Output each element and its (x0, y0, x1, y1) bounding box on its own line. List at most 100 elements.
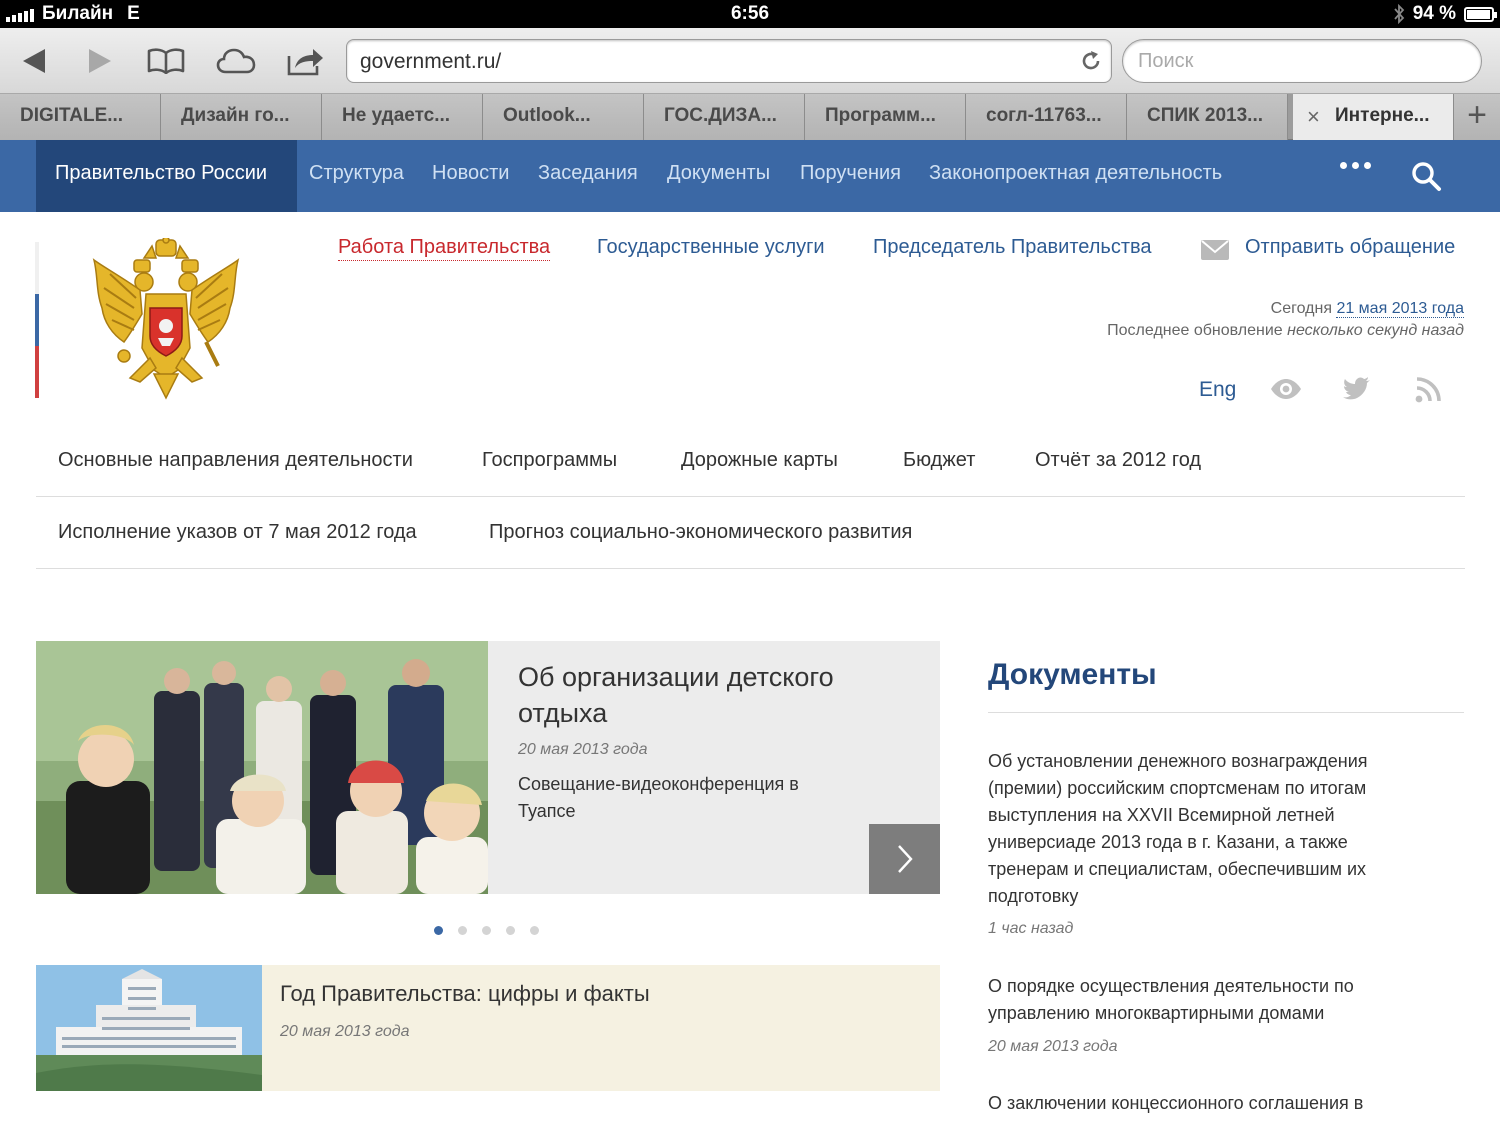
battery-icon (1464, 6, 1497, 22)
nav-link-legislation[interactable]: Законопроектная деятельность (929, 162, 1222, 185)
news-card[interactable]: Год Правительства: цифры и факты 20 мая … (36, 965, 940, 1091)
browser-toolbar: government.ru/ Поиск (0, 28, 1500, 94)
news-title[interactable]: Год Правительства: цифры и факты (280, 981, 650, 1007)
tab-bar: DIGITALE... Дизайн го... Не удаетс... Ou… (0, 94, 1500, 140)
browser-tab-active[interactable]: × Интерне... (1293, 94, 1454, 140)
cloud-icon (216, 48, 256, 74)
search-field[interactable]: Поиск (1122, 39, 1482, 83)
today-date[interactable]: 21 мая 2013 года (1336, 300, 1464, 318)
slider-dot-active[interactable] (434, 926, 443, 935)
slider-dot[interactable] (506, 926, 515, 935)
browser-tab[interactable]: Дизайн го... (161, 94, 322, 140)
document-time: 20 мая 2013 года (988, 1038, 1118, 1055)
clock: 6:56 (730, 3, 770, 24)
nav-link-documents[interactable]: Документы (667, 162, 770, 185)
news-date: 20 мая 2013 года (280, 1023, 410, 1040)
tab-label: Интерне... (1335, 105, 1430, 126)
browser-tab[interactable]: СПИК 2013... (1127, 94, 1288, 140)
section-link-decrees[interactable]: Исполнение указов от 7 мая 2012 года (58, 521, 417, 544)
header-link-government-work[interactable]: Работа Правительства (338, 236, 551, 261)
slide-title[interactable]: Об организации детского отдыха (518, 659, 878, 731)
eye-icon[interactable] (1270, 377, 1302, 401)
section-link-state-programs[interactable]: Госпрограммы (482, 449, 617, 472)
forward-button[interactable] (78, 41, 122, 81)
share-icon (287, 49, 323, 76)
share-button[interactable] (284, 41, 328, 81)
search-placeholder: Поиск (1138, 50, 1194, 72)
slider-next-button[interactable] (869, 824, 940, 894)
nav-link-meetings[interactable]: Заседания (538, 162, 638, 185)
header-link-public-services[interactable]: Государственные услуги (597, 236, 825, 259)
today-date-line: Сегодня 21 мая 2013 года (1271, 300, 1464, 318)
chevron-right-icon (897, 845, 913, 873)
slide-date: 20 мая 2013 года (518, 741, 648, 758)
today-label: Сегодня (1270, 300, 1332, 317)
browser-tab[interactable]: Outlook... (483, 94, 644, 140)
new-tab-button[interactable]: + (1454, 94, 1500, 140)
update-label: Последнее обновление (1107, 322, 1283, 339)
close-tab-icon[interactable]: × (1307, 104, 1320, 130)
slider-dot[interactable] (458, 926, 467, 935)
twitter-icon[interactable] (1343, 377, 1371, 401)
icloud-tabs-button[interactable] (214, 41, 258, 81)
browser-tab[interactable]: Программ... (805, 94, 966, 140)
tab-label: Outlook... (503, 105, 591, 126)
more-icon[interactable] (1340, 162, 1371, 169)
battery-percent: 94 % (1412, 3, 1456, 24)
slider-pagination (434, 926, 539, 935)
tab-label: Программ... (825, 105, 936, 126)
slide-subtitle: Совещание-видеоконференция в Туапсе (518, 774, 799, 821)
tab-label: СПИК 2013... (1147, 105, 1264, 126)
news-photo (36, 965, 262, 1091)
nav-link-orders[interactable]: Поручения (800, 162, 901, 185)
search-icon[interactable] (1410, 160, 1442, 192)
section-link-forecast[interactable]: Прогноз социально-экономического развити… (489, 521, 912, 544)
slide-photo (36, 641, 488, 894)
slider-dot[interactable] (482, 926, 491, 935)
forward-arrow-icon (89, 49, 111, 73)
bookmarks-button[interactable] (144, 41, 188, 81)
nav-link-news[interactable]: Новости (432, 162, 509, 185)
document-time: 1 час назад (988, 920, 1074, 937)
section-link-report-2012[interactable]: Отчёт за 2012 год (1035, 449, 1201, 472)
back-button[interactable] (12, 41, 56, 81)
tab-label: DIGITALE... (20, 105, 124, 126)
header-link-send-appeal[interactable]: Отправить обращение (1245, 236, 1455, 259)
back-arrow-icon (23, 49, 45, 73)
book-icon (147, 48, 185, 74)
last-update-line: Последнее обновление несколько секунд на… (1107, 322, 1464, 340)
browser-tab[interactable]: согл-11763... (966, 94, 1127, 140)
tab-label: Дизайн го... (181, 105, 290, 126)
tab-label: ГОС.ДИЗА... (664, 105, 777, 126)
section-link-main-directions[interactable]: Основные направления деятельности (58, 449, 413, 472)
site-nav: Правительство России Структура Новости З… (0, 140, 1500, 212)
documents-heading[interactable]: Документы (988, 658, 1157, 692)
browser-tab[interactable]: Не удаетс... (322, 94, 483, 140)
document-link[interactable]: О заключении концессионного соглашения в (988, 1090, 1428, 1117)
rss-icon[interactable] (1415, 377, 1441, 403)
flag-stripe (35, 242, 39, 398)
section-link-budget[interactable]: Бюджет (903, 449, 975, 472)
browser-tab[interactable]: DIGITALE... (0, 94, 161, 140)
tab-label: Не удаетс... (342, 105, 451, 126)
reload-icon[interactable] (1079, 49, 1103, 73)
envelope-icon (1201, 240, 1229, 260)
browser-tab[interactable]: ГОС.ДИЗА... (644, 94, 805, 140)
tab-label: согл-11763... (986, 105, 1102, 126)
sections-menu-row-1: Основные направления деятельности Госпро… (36, 425, 1465, 497)
featured-slider[interactable]: Об организации детского отдыха 20 мая 20… (36, 641, 940, 894)
slider-dot[interactable] (530, 926, 539, 935)
header-link-chairman[interactable]: Председатель Правительства (873, 236, 1152, 259)
english-version-link[interactable]: Eng (1199, 378, 1236, 402)
section-link-roadmaps[interactable]: Дорожные карты (681, 449, 838, 472)
document-link[interactable]: О порядке осуществления деятельности по … (988, 973, 1428, 1027)
nav-link-structure[interactable]: Структура (309, 162, 404, 185)
update-value: несколько секунд назад (1287, 322, 1464, 339)
bluetooth-icon (1394, 4, 1404, 24)
document-link[interactable]: Об установлении денежного вознаграждения… (988, 748, 1428, 910)
address-bar[interactable]: government.ru/ (346, 39, 1112, 83)
sections-menu-row-2: Исполнение указов от 7 мая 2012 года Про… (36, 497, 1465, 569)
url-text: government.ru/ (360, 50, 502, 73)
coat-of-arms-emblem (92, 238, 240, 400)
site-brand[interactable]: Правительство России (36, 140, 297, 212)
